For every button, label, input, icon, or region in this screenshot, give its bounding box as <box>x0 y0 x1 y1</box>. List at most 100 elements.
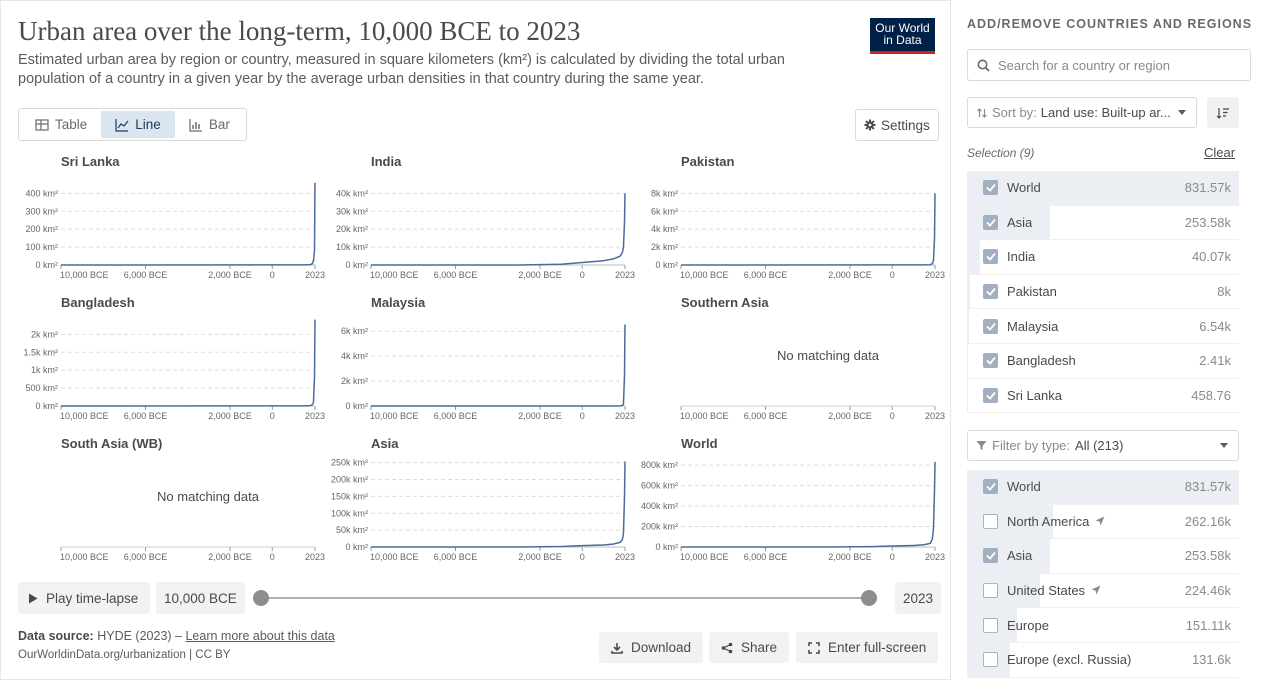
timeline-slider-track[interactable] <box>261 597 869 599</box>
x-tick-label: 2,000 BCE <box>208 552 252 562</box>
facet-plot: 10,000 BCE 6,000 BCE 2,000 BCE 0 2023 6k km² 4… <box>341 324 635 421</box>
series-line-asia <box>370 461 626 548</box>
share-button[interactable]: Share <box>709 632 790 663</box>
search-input[interactable]: Search for a country or region <box>967 49 1251 81</box>
tab-bar[interactable]: Bar <box>175 111 244 138</box>
chevron-down-icon <box>1178 110 1186 115</box>
checkbox[interactable] <box>983 180 998 196</box>
x-tick-label: 6,000 BCE <box>124 270 168 280</box>
entity-row-bangladesh[interactable]: Bangladesh 2.41k <box>967 343 1239 379</box>
series-line-world <box>680 461 936 548</box>
timeline-end-label[interactable]: 2023 <box>895 582 942 614</box>
filter-select[interactable]: Filter by type: All (213) <box>967 430 1239 461</box>
checkbox[interactable] <box>983 353 998 369</box>
y-tick-label: 50k km² <box>336 525 368 535</box>
checkbox[interactable] <box>983 249 998 265</box>
tab-bar-label: Bar <box>208 117 230 132</box>
entity-row-europe[interactable]: Europe 151.11k <box>967 608 1239 643</box>
checkbox[interactable] <box>983 479 998 495</box>
sort-row: Sort by: Land use: Built-up ar... <box>967 97 1239 129</box>
checkbox[interactable] <box>983 617 998 633</box>
y-tick-label: 0 km² <box>656 260 679 270</box>
x-tick-label: 2,000 BCE <box>208 411 252 421</box>
download-button[interactable]: Download <box>599 632 704 663</box>
entity-value: 831.57k <box>1184 479 1231 495</box>
y-tick-label: 4k km² <box>651 224 678 234</box>
settings-button[interactable]: Settings <box>855 109 939 141</box>
check-icon <box>985 391 996 400</box>
search-placeholder: Search for a country or region <box>998 57 1170 73</box>
x-tick-label: 10,000 BCE <box>370 552 419 562</box>
checkbox[interactable] <box>983 214 998 230</box>
facet-malaysia: Malaysia 10,000 BCE 6,000 BCE 2,000 BCE 0 202… <box>328 295 635 435</box>
y-tick-label: 0 km² <box>346 401 369 411</box>
entity-row-north-america[interactable]: North America 262.16k <box>967 504 1239 540</box>
search-icon <box>977 59 990 72</box>
y-tick-label: 8k km² <box>651 188 678 198</box>
checkbox[interactable] <box>983 583 998 599</box>
entity-row-world[interactable]: World 831.57k <box>967 171 1239 206</box>
checkbox[interactable] <box>983 284 998 300</box>
tab-table[interactable]: Table <box>21 111 101 138</box>
y-tick-label: 100 km² <box>25 242 58 252</box>
share-icon <box>721 642 733 653</box>
play-timelapse-button[interactable]: Play time-lapse <box>18 582 151 614</box>
entity-value: 131.6k <box>1191 652 1231 668</box>
check-icon <box>985 253 996 262</box>
selected-entities-list: World 831.57k Asia 253.58k India 40.07k Pakist… <box>967 171 1239 414</box>
clear-button[interactable]: Clear <box>1204 145 1235 160</box>
entity-row-india[interactable]: India 40.07k <box>967 240 1239 275</box>
chevron-down-icon <box>1220 443 1228 448</box>
entity-row-asia[interactable]: Asia 253.58k <box>967 205 1239 241</box>
entity-name-text: India <box>1007 249 1036 265</box>
entity-row-united-states[interactable]: United States 224.46k <box>967 573 1239 609</box>
checkbox[interactable] <box>983 513 998 529</box>
entity-row-pakistan[interactable]: Pakistan 8k <box>967 274 1239 310</box>
sort-prefix: Sort by: <box>992 105 1037 120</box>
owid-logo[interactable]: Our World in Data <box>870 18 935 54</box>
timeline-start-label[interactable]: 10,000 BCE <box>156 582 245 614</box>
x-tick-label: 10,000 BCE <box>370 270 419 280</box>
y-tick-label: 1k km² <box>31 365 58 375</box>
entity-name-text: Europe (excl. Russia) <box>1007 652 1132 668</box>
y-tick-label: 100k km² <box>331 508 368 518</box>
data-source-prefix: Data source: <box>18 629 94 643</box>
timeline-end-handle[interactable] <box>861 590 877 606</box>
entity-value: 224.46k <box>1184 583 1231 599</box>
entity-row-asia[interactable]: Asia 253.58k <box>967 539 1239 574</box>
checkbox[interactable] <box>983 318 998 334</box>
x-tick-label: 0 <box>270 411 275 421</box>
x-tick-label: 6,000 BCE <box>434 552 478 562</box>
y-tick-label: 400k km² <box>641 501 678 511</box>
x-tick-label: 0 <box>580 270 585 280</box>
tab-line-label: Line <box>135 117 161 132</box>
tab-line[interactable]: Line <box>101 111 175 138</box>
entity-name-text: Sri Lanka <box>1007 387 1062 403</box>
timeline-start-handle[interactable] <box>253 590 269 606</box>
x-tick-label: 6,000 BCE <box>744 411 788 421</box>
value-bar <box>967 274 970 309</box>
check-icon <box>985 184 996 193</box>
fullscreen-button[interactable]: Enter full-screen <box>796 632 939 663</box>
x-tick-label: 2,000 BCE <box>518 552 562 562</box>
sort-select[interactable]: Sort by: Land use: Built-up ar... <box>967 97 1197 128</box>
checkbox[interactable] <box>983 387 998 403</box>
entity-row-malaysia[interactable]: Malaysia 6.54k <box>967 309 1239 344</box>
y-tick-label: 0 km² <box>346 260 369 270</box>
checkbox[interactable] <box>983 548 998 564</box>
checkbox[interactable] <box>983 652 998 668</box>
sort-order-button[interactable] <box>1207 97 1239 128</box>
entity-row-europe-excl-russia[interactable]: Europe (excl. Russia) 131.6k <box>967 642 1239 678</box>
settings-label: Settings <box>881 117 930 133</box>
x-tick-label: 6,000 BCE <box>744 270 788 280</box>
entity-row-sri-lanka[interactable]: Sri Lanka 458.76 <box>967 378 1239 414</box>
entity-value: 40.07k <box>1191 249 1231 265</box>
check-icon <box>985 357 996 366</box>
y-tick-label: 1.5k km² <box>23 347 58 357</box>
y-tick-label: 500 km² <box>25 383 58 393</box>
data-source: Data source: HYDE (2023) – Learn more ab… <box>18 629 335 643</box>
chart-subtitle: Estimated urban area by region or countr… <box>18 52 785 87</box>
value-bar <box>967 309 970 343</box>
entity-row-world[interactable]: World 831.57k <box>967 470 1239 505</box>
learn-more-link[interactable]: Learn more about this data <box>185 629 334 643</box>
